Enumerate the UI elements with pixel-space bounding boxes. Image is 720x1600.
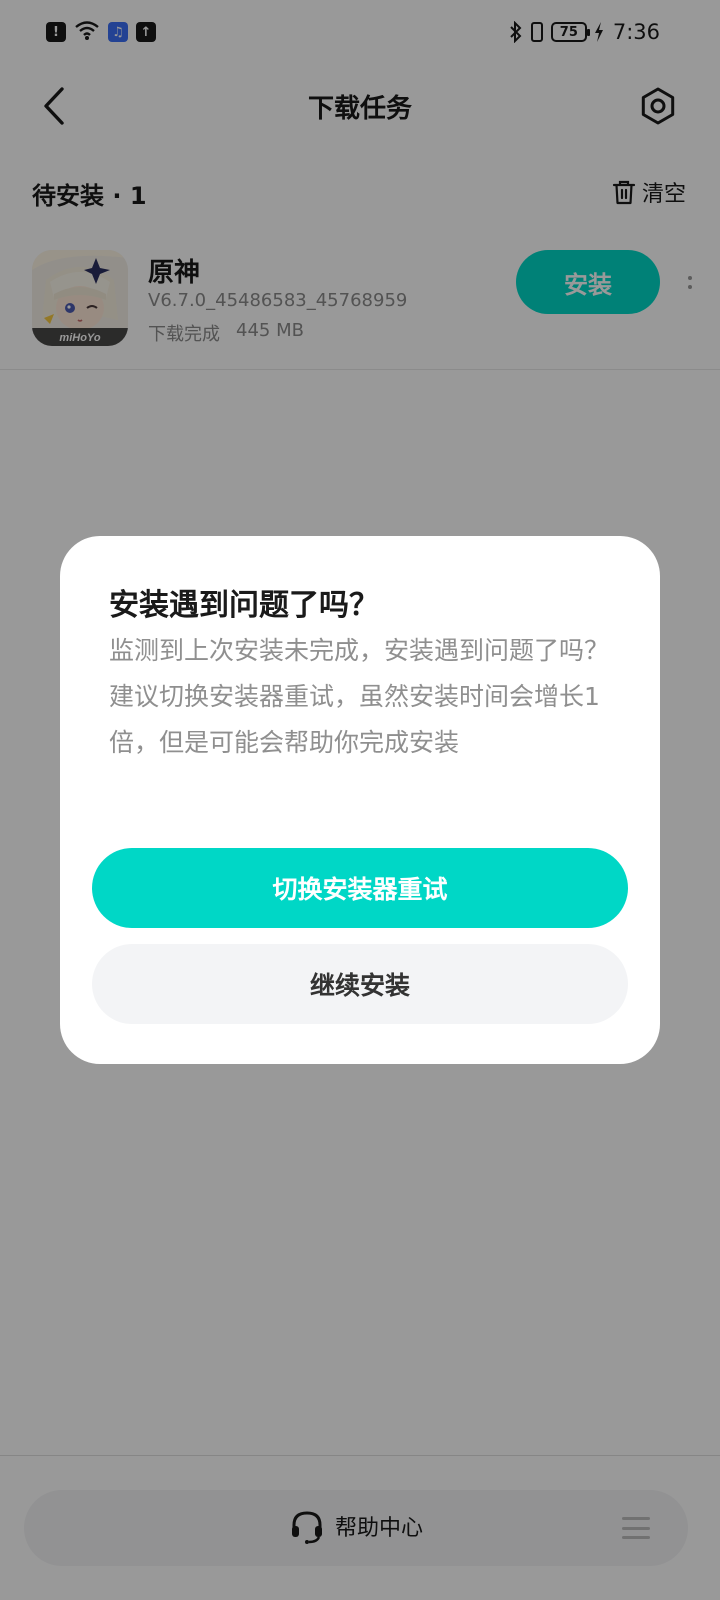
dialog-message-line1: 监测到上次安装未完成，安装遇到问题了吗？ <box>109 636 610 665</box>
dialog-title: 安装遇到问题了吗？ <box>109 588 379 623</box>
dialog-message: 监测到上次安装未完成，安装遇到问题了吗？ 建议切换安装器重试，虽然安装时间会增长… <box>109 628 621 766</box>
continue-install-button[interactable]: 继续安装 <box>92 944 628 1024</box>
download-tasks-page: ! ♫ ↑ 75 7:36 下载任务 待安装 · 1 清空 miHoYo 原神 … <box>0 0 720 1600</box>
switch-installer-retry-button[interactable]: 切换安装器重试 <box>92 848 628 928</box>
dialog-message-line2: 建议切换安装器重试，虽然安装时间会增长1倍，但是可能会帮助你完成安装 <box>109 682 600 757</box>
install-problem-dialog: 安装遇到问题了吗？ 监测到上次安装未完成，安装遇到问题了吗？ 建议切换安装器重试… <box>60 536 660 1064</box>
